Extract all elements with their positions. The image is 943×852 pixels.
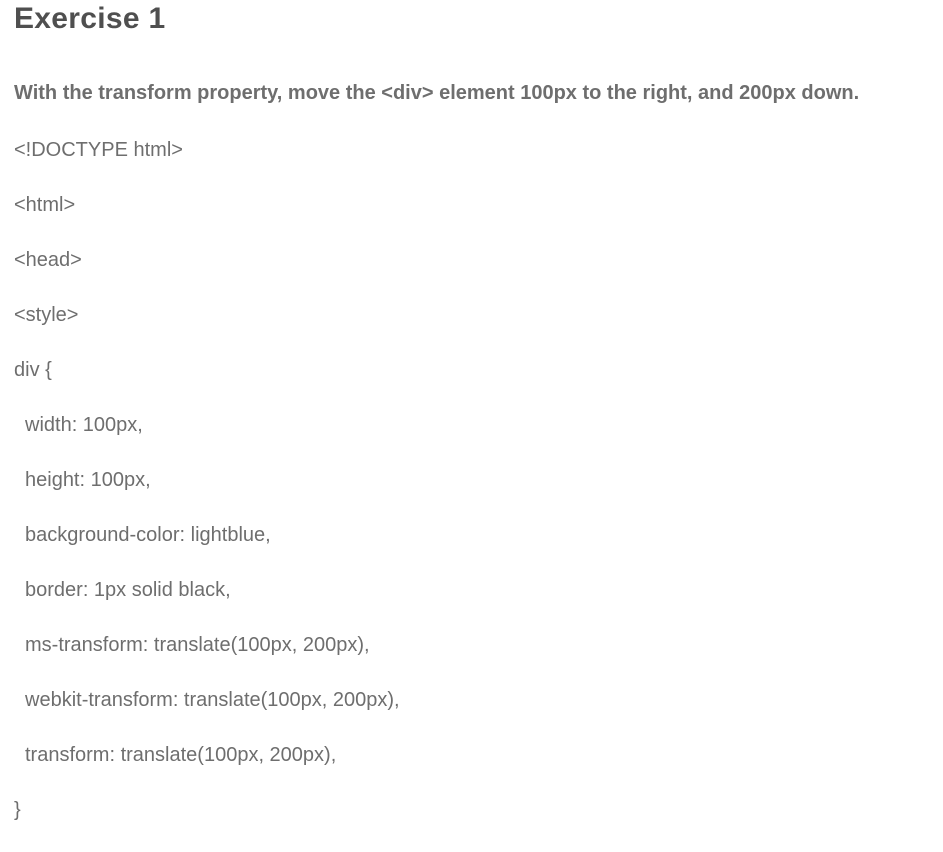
code-line: background-color: lightblue, bbox=[25, 524, 271, 546]
code-listing: <!DOCTYPE html> <html> <head> <style> di… bbox=[14, 137, 400, 852]
code-line: webkit-transform: translate(100px, 200px… bbox=[25, 689, 400, 711]
code-line: <html> bbox=[14, 194, 76, 216]
code-line: div { bbox=[14, 359, 52, 381]
code-line: width: 100px, bbox=[25, 414, 143, 436]
code-line: ms-transform: translate(100px, 200px), bbox=[25, 634, 370, 656]
code-line: border: 1px solid black, bbox=[25, 579, 231, 601]
page-title: Exercise 1 bbox=[14, 2, 166, 35]
code-line: height: 100px, bbox=[25, 469, 151, 491]
code-line: <style> bbox=[14, 304, 79, 326]
code-line: <head> bbox=[14, 249, 82, 271]
code-line: transform: translate(100px, 200px), bbox=[25, 744, 337, 766]
code-line: <!DOCTYPE html> bbox=[14, 139, 183, 161]
exercise-instruction: With the transform property, move the <d… bbox=[14, 82, 860, 104]
code-line: } bbox=[14, 799, 21, 821]
